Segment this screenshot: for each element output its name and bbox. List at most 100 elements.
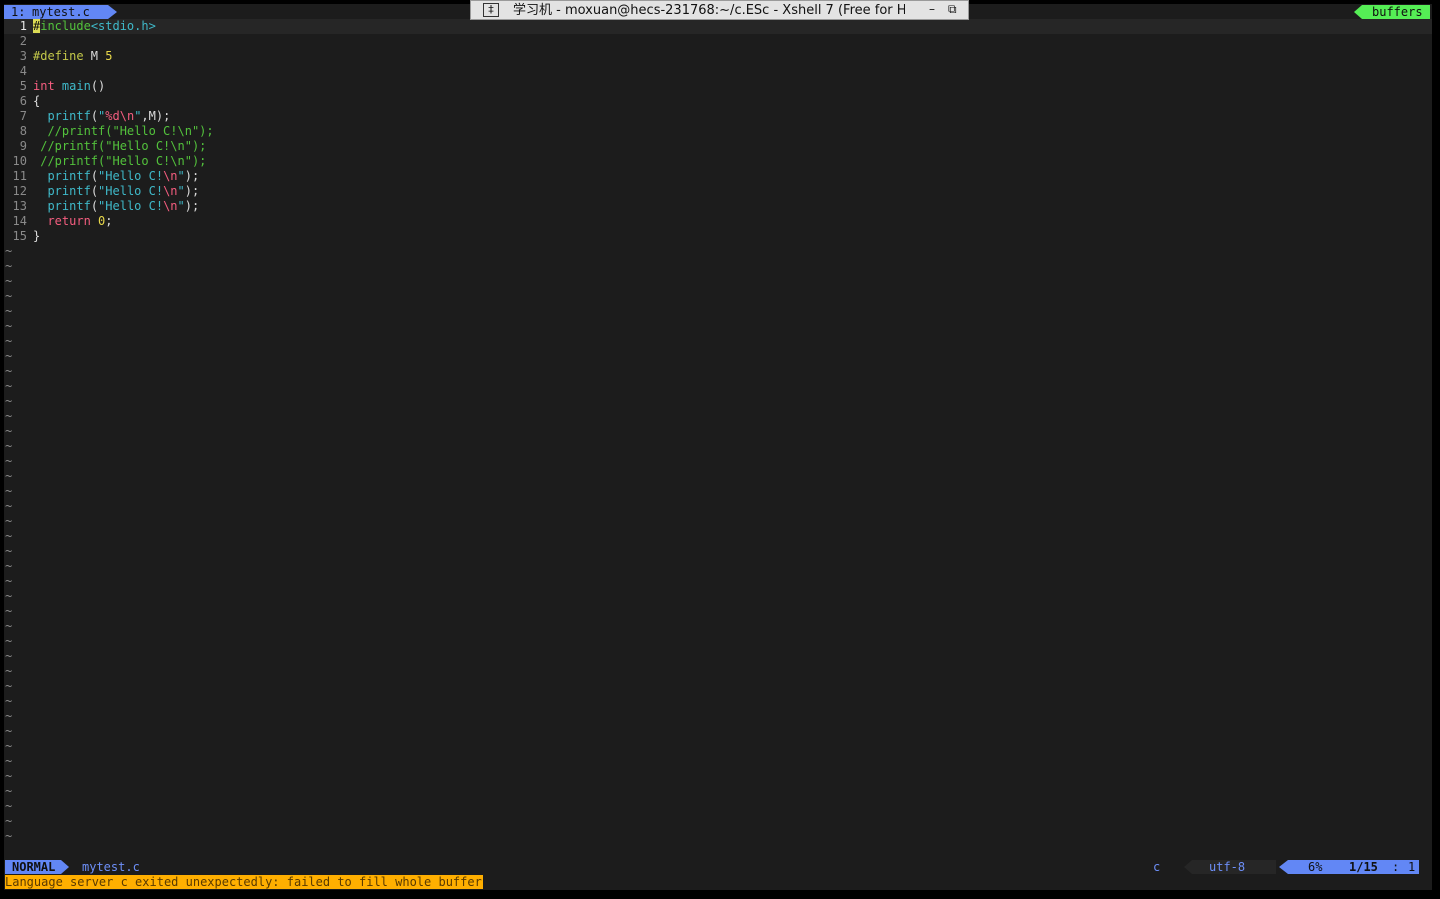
code-line[interactable]: 15} bbox=[4, 229, 1432, 244]
code-token: " bbox=[177, 169, 185, 183]
empty-line-marker: ~ bbox=[5, 304, 13, 318]
line-text: //printf("Hello C!\n"); bbox=[33, 124, 213, 139]
line-number: 14 bbox=[12, 214, 27, 228]
xshell-title-bar[interactable]: ‡ 学习机 - moxuan@hecs-231768:~/c.ESc - Xsh… bbox=[470, 0, 969, 20]
empty-line-marker: ~ bbox=[5, 724, 13, 738]
line-number: 4 bbox=[19, 64, 27, 78]
code-token: printf bbox=[47, 109, 91, 123]
buffers-label: buffers bbox=[1372, 5, 1423, 19]
code-token: ( bbox=[90, 169, 99, 183]
line-text: { bbox=[33, 94, 40, 109]
code-line[interactable]: 13 printf("Hello C!\n"); bbox=[4, 199, 1432, 214]
empty-line-marker: ~ bbox=[5, 544, 13, 558]
status-encoding-segment: utf-8 bbox=[1184, 860, 1276, 874]
code-token: //printf("Hello C!\n"); bbox=[33, 154, 207, 168]
tab-arrow-icon bbox=[1354, 5, 1362, 19]
code-line[interactable]: 12 printf("Hello C!\n"); bbox=[4, 184, 1432, 199]
empty-line-marker: ~ bbox=[5, 799, 13, 813]
buffer-number: 1: bbox=[11, 5, 26, 19]
empty-line-marker: ~ bbox=[5, 319, 13, 333]
buffer-name: mytest.c bbox=[32, 5, 90, 19]
statusline: NORMAL mytest.c c utf-8 6% 1/15 : 1 bbox=[4, 860, 1432, 874]
code-line[interactable]: 7 printf("%d\n",M); bbox=[4, 109, 1432, 124]
segment-arrow-icon bbox=[1184, 860, 1192, 874]
code-token: ); bbox=[184, 199, 200, 213]
code-line[interactable]: 4 bbox=[4, 64, 1432, 79]
empty-line-marker: ~ bbox=[5, 634, 13, 648]
empty-line-marker: ~ bbox=[5, 784, 13, 798]
code-token: ); bbox=[184, 169, 200, 183]
code-line[interactable]: 8 //printf("Hello C!\n"); bbox=[4, 124, 1432, 139]
empty-line-marker: ~ bbox=[5, 589, 13, 603]
empty-line-marker: ~ bbox=[5, 514, 13, 528]
line-text: } bbox=[33, 229, 40, 244]
code-token: { bbox=[33, 94, 41, 108]
line-text: printf("Hello C!\n"); bbox=[33, 169, 199, 184]
empty-line-marker: ~ bbox=[5, 409, 13, 423]
code-line[interactable]: 6{ bbox=[4, 94, 1432, 109]
minimize-button[interactable]: – bbox=[929, 1, 935, 18]
code-token: //printf("Hello C!\n"); bbox=[33, 139, 207, 153]
code-token: include bbox=[40, 19, 91, 33]
empty-line-marker: ~ bbox=[5, 289, 13, 303]
status-percent: 6% bbox=[1308, 860, 1323, 874]
empty-line-marker: ~ bbox=[5, 679, 13, 693]
code-line[interactable]: 3 #define M 5 bbox=[4, 49, 1432, 64]
code-token: \n bbox=[163, 169, 178, 183]
line-text: printf("%d\n",M); bbox=[33, 109, 170, 124]
empty-line-marker: ~ bbox=[5, 364, 13, 378]
line-number: 5 bbox=[19, 79, 27, 93]
empty-line-marker: ~ bbox=[5, 559, 13, 573]
line-number: 6 bbox=[19, 94, 27, 108]
line-number: 1 bbox=[19, 19, 27, 33]
code-line[interactable]: 2 bbox=[4, 34, 1432, 49]
code-token: \n bbox=[163, 184, 178, 198]
code-token: printf bbox=[47, 199, 91, 213]
buffers-tab[interactable]: buffers bbox=[1354, 5, 1430, 19]
code-token: ); bbox=[184, 184, 200, 198]
code-line[interactable]: 11 printf("Hello C!\n"); bbox=[4, 169, 1432, 184]
line-text: return 0; bbox=[33, 214, 112, 229]
code-line[interactable]: 14 return 0; bbox=[4, 214, 1432, 229]
code-line[interactable]: 5 int main() bbox=[4, 79, 1432, 94]
terminal-window[interactable]: 1: mytest.c buffers 1 #include<stdio.h> 2 3… bbox=[4, 4, 1432, 890]
code-token: "Hello C! bbox=[98, 199, 164, 213]
empty-line-marker: ~ bbox=[5, 694, 13, 708]
line-number: 9 bbox=[19, 139, 27, 153]
line-number: 2 bbox=[19, 34, 27, 48]
tab-arrow-icon bbox=[108, 5, 117, 19]
code-line[interactable]: 1 #include<stdio.h> bbox=[4, 19, 1432, 34]
empty-line-marker: ~ bbox=[5, 739, 13, 753]
empty-line-marker: ~ bbox=[5, 814, 13, 828]
code-line[interactable]: 9 //printf("Hello C!\n"); bbox=[4, 139, 1432, 154]
code-token: %d\n bbox=[105, 109, 135, 123]
pin-icon[interactable]: ‡ bbox=[483, 3, 499, 17]
code-token: ( bbox=[90, 184, 99, 198]
line-number: 11 bbox=[12, 169, 27, 183]
code-token: " bbox=[177, 199, 185, 213]
buffer-tab-mytest[interactable]: 1: mytest.c bbox=[4, 5, 117, 19]
empty-line-marker: ~ bbox=[5, 709, 13, 723]
empty-line-marker: ~ bbox=[5, 754, 13, 768]
line-number: 8 bbox=[19, 124, 27, 138]
mode-indicator: NORMAL bbox=[5, 860, 69, 874]
line-text: #define M 5 bbox=[33, 49, 113, 64]
code-line[interactable]: 10 //printf("Hello C!\n"); bbox=[4, 154, 1432, 169]
code-token: printf bbox=[47, 169, 91, 183]
restore-button[interactable]: ⧉ bbox=[948, 1, 957, 18]
mode-arrow-icon bbox=[61, 860, 69, 874]
mode-label: NORMAL bbox=[12, 860, 56, 874]
line-text: printf("Hello C!\n"); bbox=[33, 184, 199, 199]
code-token: () bbox=[90, 79, 106, 93]
code-token: ,M); bbox=[141, 109, 171, 123]
status-position-segment: 6% 1/15 : 1 bbox=[1279, 860, 1419, 874]
line-text: #include<stdio.h> bbox=[33, 19, 156, 34]
code-token: return bbox=[47, 214, 91, 228]
